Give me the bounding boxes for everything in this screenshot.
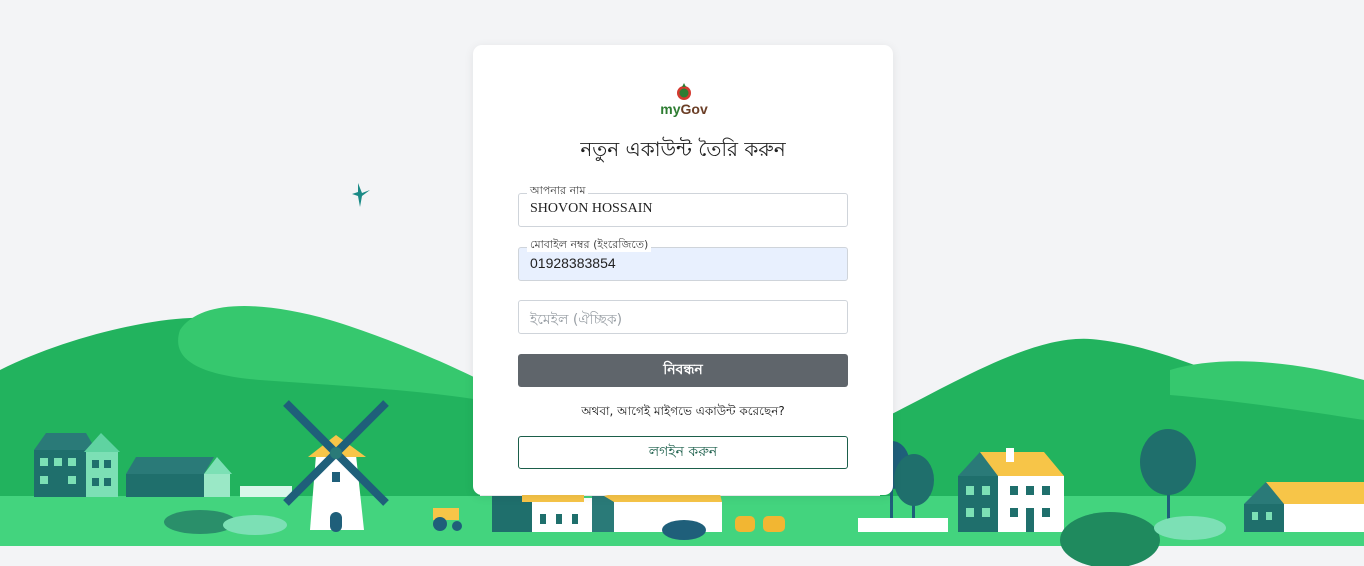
mobile-value: 01928383854 bbox=[530, 255, 616, 271]
bush bbox=[662, 520, 706, 540]
mygov-logo: myGov bbox=[659, 81, 709, 123]
already-have-account-text: অথবা, আগেই মাইগভে একাউন্ট করেছেন? bbox=[581, 404, 785, 418]
signup-card: myGov নতুন একাউন্ট তৈরি করুন আপনার নাম S… bbox=[473, 45, 893, 495]
register-button[interactable]: নিবন্ধন bbox=[518, 354, 848, 387]
bush bbox=[1060, 512, 1160, 566]
mygov-emblem-icon bbox=[677, 83, 691, 100]
house-left-1 bbox=[34, 433, 120, 497]
logo-text: myGov bbox=[660, 101, 708, 117]
house-right-2 bbox=[1244, 482, 1364, 532]
mobile-label: মোবাইল নম্বর (ইংরেজিতে) bbox=[527, 238, 652, 252]
bush bbox=[223, 515, 287, 535]
email-field[interactable]: ইমেইল (ঐচ্ছিক) bbox=[518, 300, 848, 334]
name-label: আপনার নাম bbox=[527, 184, 589, 198]
login-button[interactable]: লগইন করুন bbox=[518, 436, 848, 469]
email-placeholder: ইমেইল (ঐচ্ছিক) bbox=[530, 312, 623, 328]
house-right-1 bbox=[958, 448, 1064, 532]
bird-icon bbox=[352, 183, 370, 207]
page-title: নতুন একাউন্ট তৈরি করুন bbox=[580, 137, 786, 161]
bush bbox=[1154, 516, 1226, 540]
name-value: SHOVON HOSSAIN bbox=[530, 201, 653, 216]
name-field[interactable]: আপনার নাম SHOVON HOSSAIN bbox=[518, 184, 848, 227]
ground-bottom bbox=[0, 546, 1364, 566]
fence bbox=[858, 518, 948, 532]
mobile-field[interactable]: মোবাইল নম্বর (ইংরেজিতে) 01928383854 bbox=[518, 238, 848, 281]
